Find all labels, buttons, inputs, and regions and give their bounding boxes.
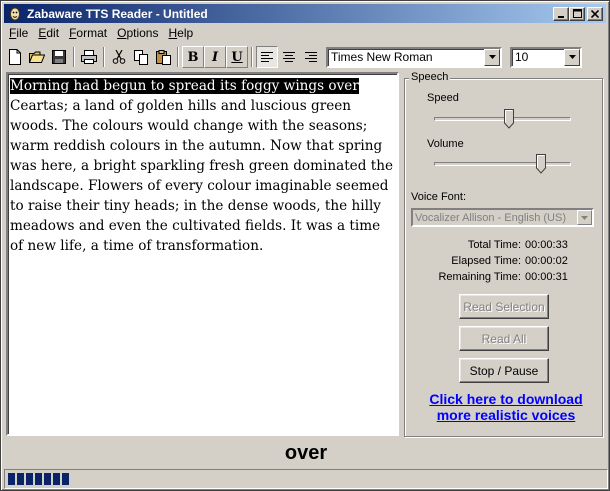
elapsed-time-label: Elapsed Time: <box>451 255 521 267</box>
voice-font-label: Voice Font: <box>411 191 467 203</box>
current-word-display: over <box>284 442 328 464</box>
toolbar-separator <box>177 47 179 67</box>
total-time-value: 00:00:33 <box>525 239 568 251</box>
progress-block <box>53 473 60 485</box>
read-all-button[interactable]: Read All <box>459 326 549 351</box>
toolbar-separator <box>251 47 253 67</box>
remaining-time-value: 00:00:31 <box>525 271 568 283</box>
voice-font-value: Vocalizer Allison - English (US) <box>415 211 567 224</box>
align-left-icon <box>261 52 273 62</box>
printer-icon <box>81 50 97 64</box>
progress-block <box>8 473 15 485</box>
remaining-time-row: Remaining Time: 00:00:31 <box>411 271 601 285</box>
align-left-button[interactable] <box>256 46 278 68</box>
underline-button[interactable]: U <box>226 46 248 68</box>
progress-block <box>44 473 51 485</box>
open-folder-icon <box>29 51 45 63</box>
open-button[interactable] <box>26 46 48 68</box>
menu-file[interactable]: File <box>4 26 33 40</box>
remaining-time-label: Remaining Time: <box>438 271 521 283</box>
text-editor[interactable]: Morning had begun to spread its foggy wi… <box>6 72 399 436</box>
progress-block <box>17 473 24 485</box>
speech-group-label: Speech <box>409 71 451 83</box>
document-text[interactable]: Morning had begun to spread its foggy wi… <box>10 76 395 256</box>
download-link-line-1[interactable]: Click here to download <box>411 391 601 407</box>
window-title: Zabaware TTS Reader - Untitled <box>27 6 208 21</box>
read-selection-button[interactable]: Read Selection <box>459 294 549 319</box>
status-bar <box>4 469 608 489</box>
menu-edit[interactable]: Edit <box>33 26 64 40</box>
bold-button[interactable]: B <box>182 46 204 68</box>
speed-slider-track[interactable] <box>434 117 571 121</box>
title-bar[interactable]: Zabaware TTS Reader - Untitled <box>4 4 606 23</box>
total-time-label: Total Time: <box>467 239 521 251</box>
app-icon[interactable] <box>7 6 23 22</box>
print-button[interactable] <box>78 46 100 68</box>
speech-progress-bar <box>8 473 69 485</box>
toolbar-separator <box>73 47 75 67</box>
save-button[interactable] <box>48 46 70 68</box>
menu-help[interactable]: Help <box>163 26 198 40</box>
font-name-value: Times New Roman <box>331 50 433 64</box>
elapsed-time-value: 00:00:02 <box>525 255 568 267</box>
total-time-row: Total Time: 00:00:33 <box>411 239 601 253</box>
menu-format[interactable]: Format <box>64 26 112 40</box>
app-window: Zabaware TTS Reader - Untitled File Edit… <box>0 0 610 491</box>
progress-block <box>62 473 69 485</box>
elapsed-time-row: Elapsed Time: 00:00:02 <box>411 255 601 269</box>
new-document-icon <box>9 49 21 65</box>
progress-block <box>26 473 33 485</box>
volume-slider-track[interactable] <box>434 162 571 166</box>
download-voices-link[interactable]: Click here to download more realistic vo… <box>411 391 601 423</box>
paste-clipboard-icon <box>155 49 171 65</box>
align-right-button[interactable] <box>300 46 322 68</box>
volume-label: Volume <box>427 138 464 150</box>
progress-block <box>35 473 42 485</box>
dropdown-arrow-icon[interactable] <box>564 48 580 66</box>
font-size-select[interactable]: 10 <box>510 46 582 68</box>
scissors-icon <box>112 50 126 64</box>
new-document-button[interactable] <box>4 46 26 68</box>
align-center-button[interactable] <box>278 46 300 68</box>
minimize-button[interactable] <box>553 6 569 21</box>
volume-slider-thumb[interactable] <box>535 154 546 174</box>
download-link-line-2[interactable]: more realistic voices <box>411 407 601 423</box>
font-size-value: 10 <box>515 50 529 64</box>
toolbar: B I U Times New Roman 10 <box>4 44 606 70</box>
cut-button[interactable] <box>108 46 130 68</box>
speed-slider-thumb[interactable] <box>504 109 515 129</box>
dropdown-arrow-icon[interactable] <box>577 210 592 225</box>
speed-label: Speed <box>427 92 459 104</box>
copy-button[interactable] <box>130 46 152 68</box>
selected-text[interactable]: Morning had begun to spread its foggy wi… <box>10 78 359 94</box>
dropdown-arrow-icon[interactable] <box>484 48 500 66</box>
copy-icon <box>133 49 148 65</box>
voice-font-select[interactable]: Vocalizer Allison - English (US) <box>411 208 594 227</box>
menu-options[interactable]: Options <box>112 26 163 40</box>
close-button[interactable] <box>587 6 603 21</box>
align-right-icon <box>305 52 317 62</box>
menu-bar: File Edit Format Options Help <box>4 24 606 42</box>
save-disk-icon <box>52 50 66 64</box>
italic-button[interactable]: I <box>204 46 226 68</box>
stop-pause-button[interactable]: Stop / Pause <box>459 358 549 383</box>
maximize-button[interactable] <box>569 6 585 21</box>
font-name-select[interactable]: Times New Roman <box>326 46 502 68</box>
toolbar-separator <box>103 47 105 67</box>
paste-button[interactable] <box>152 46 174 68</box>
align-center-icon <box>283 52 295 62</box>
body-text[interactable]: Ceartas; a land of golden hills and lusc… <box>10 98 393 254</box>
